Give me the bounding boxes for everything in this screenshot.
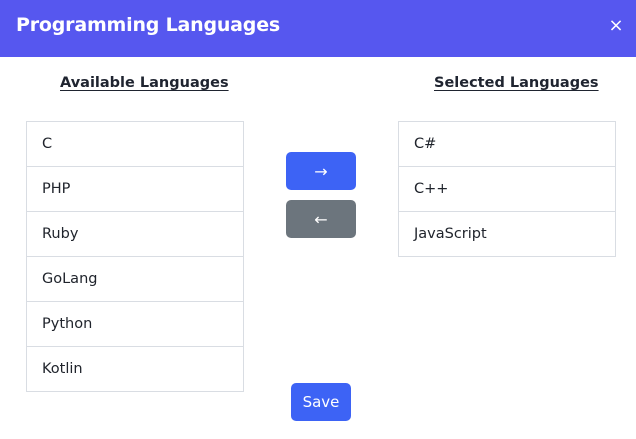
dialog-header: Programming Languages × <box>0 0 636 57</box>
selected-languages-heading: Selected Languages <box>434 75 599 91</box>
selected-item-javascript[interactable]: JavaScript <box>399 211 615 256</box>
dialog-title: Programming Languages <box>16 14 280 36</box>
move-left-button[interactable]: ← <box>286 200 356 238</box>
available-item-python[interactable]: Python <box>27 301 243 346</box>
available-item-kotlin[interactable]: Kotlin <box>27 346 243 391</box>
arrow-right-icon: → <box>314 161 328 181</box>
available-item-ruby[interactable]: Ruby <box>27 211 243 256</box>
close-icon[interactable]: × <box>604 12 628 40</box>
arrow-left-icon: ← <box>314 209 328 229</box>
selected-languages-list: C# C++ JavaScript <box>398 121 616 257</box>
save-button[interactable]: Save <box>291 383 351 421</box>
move-right-button[interactable]: → <box>286 152 356 190</box>
available-item-golang[interactable]: GoLang <box>27 256 243 301</box>
available-item-c[interactable]: C <box>27 122 243 166</box>
selected-item-cpp[interactable]: C++ <box>399 166 615 211</box>
languages-dialog: Programming Languages × Available Langua… <box>0 0 636 439</box>
available-item-php[interactable]: PHP <box>27 166 243 211</box>
selected-item-csharp[interactable]: C# <box>399 122 615 166</box>
available-languages-list: C PHP Ruby GoLang Python Kotlin <box>26 121 244 392</box>
available-languages-heading: Available Languages <box>60 75 229 91</box>
